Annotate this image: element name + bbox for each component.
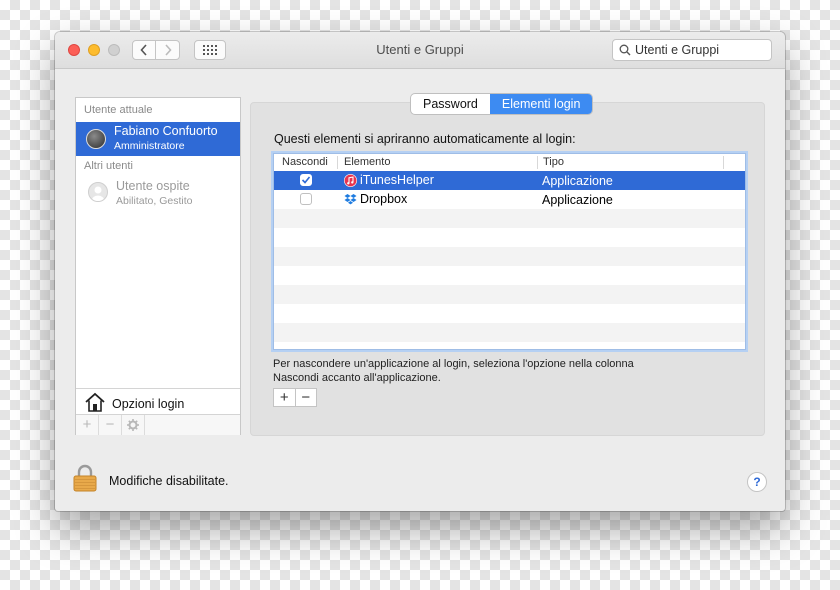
table-header: Nascondi Elemento Tipo xyxy=(274,154,745,172)
tab-login-items[interactable]: Elementi login xyxy=(489,94,593,114)
column-hide[interactable]: Nascondi xyxy=(282,156,328,168)
hide-checkbox[interactable] xyxy=(300,174,312,186)
current-user-header: Utente attuale xyxy=(84,104,153,116)
lock-icon[interactable] xyxy=(73,464,97,492)
lock-status-label: Modifiche disabilitate. xyxy=(109,474,229,488)
guest-status: Abilitato, Gestito xyxy=(116,195,193,207)
login-items-description: Questi elementi si apriranno automaticam… xyxy=(274,132,576,146)
help-line-1: Per nascondere un'applicazione al login,… xyxy=(273,358,634,370)
search-field[interactable]: Utenti e Gruppi xyxy=(612,39,772,61)
login-items-help: Per nascondere un'applicazione al login,… xyxy=(273,357,634,385)
house-icon xyxy=(85,392,105,412)
empty-row xyxy=(274,266,745,285)
item-type: Applicazione xyxy=(542,174,613,188)
add-remove-control: + − xyxy=(273,388,317,407)
action-button[interactable] xyxy=(122,415,145,435)
tab-password[interactable]: Password xyxy=(411,94,490,114)
column-type[interactable]: Tipo xyxy=(543,156,564,168)
empty-row xyxy=(274,228,745,247)
user-item-guest[interactable]: Utente ospite Abilitato, Gestito xyxy=(76,178,240,214)
tab-control: Password Elementi login xyxy=(411,94,593,114)
item-type: Applicazione xyxy=(542,193,613,207)
empty-row xyxy=(274,304,745,323)
help-line-2: Nascondi accanto all'applicazione. xyxy=(273,372,441,384)
add-item-button[interactable]: + xyxy=(274,389,296,406)
add-user-button[interactable]: + xyxy=(76,415,99,435)
item-name: Dropbox xyxy=(360,192,408,206)
empty-row xyxy=(274,247,745,266)
remove-user-button[interactable]: − xyxy=(99,415,122,435)
login-items-table[interactable]: Nascondi Elemento Tipo iTunesHelper Appl… xyxy=(273,153,746,350)
help-button[interactable]: ? xyxy=(747,472,767,492)
other-users-header: Altri utenti xyxy=(84,160,133,172)
avatar xyxy=(86,129,106,149)
user-name: Fabiano Confuorto xyxy=(114,124,218,138)
gear-icon xyxy=(127,419,139,431)
users-sidebar: Utente attuale Fabiano Confuorto Amminis… xyxy=(75,97,241,435)
title-bar: Utenti e Gruppi Utenti e Gruppi xyxy=(55,32,785,69)
sidebar-toolbar: + − xyxy=(76,414,240,435)
itunes-icon xyxy=(344,174,357,187)
dropbox-icon xyxy=(344,194,357,205)
search-icon xyxy=(619,44,631,56)
search-value: Utenti e Gruppi xyxy=(635,43,720,57)
remove-item-button[interactable]: − xyxy=(296,389,317,406)
column-item[interactable]: Elemento xyxy=(344,156,390,168)
empty-row xyxy=(274,209,745,228)
empty-row xyxy=(274,323,745,342)
login-options-item[interactable]: Opzioni login xyxy=(76,388,240,415)
table-row[interactable]: iTunesHelper Applicazione xyxy=(274,171,745,190)
user-item-current[interactable]: Fabiano Confuorto Amministratore xyxy=(76,122,240,156)
table-row[interactable]: Dropbox Applicazione xyxy=(274,190,745,209)
empty-row xyxy=(274,285,745,304)
user-role: Amministratore xyxy=(114,140,185,152)
guest-name: Utente ospite xyxy=(116,179,190,193)
login-options-label: Opzioni login xyxy=(112,397,185,411)
guest-avatar-icon xyxy=(88,182,108,202)
item-name: iTunesHelper xyxy=(360,173,434,187)
hide-checkbox[interactable] xyxy=(300,193,312,205)
preferences-window: Utenti e Gruppi Utenti e Gruppi Utente a… xyxy=(55,32,785,511)
checkmark-icon xyxy=(301,176,311,184)
